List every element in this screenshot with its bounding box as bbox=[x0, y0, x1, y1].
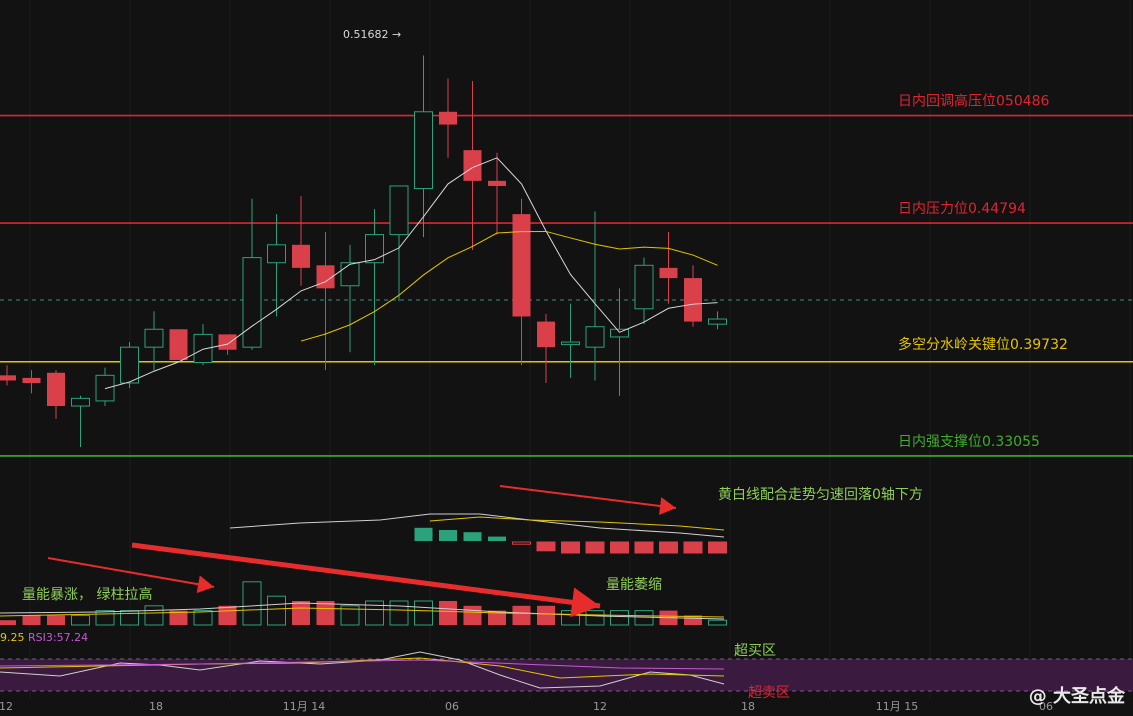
volume-bar bbox=[120, 610, 139, 626]
volume-bar bbox=[389, 600, 409, 626]
candle-body bbox=[365, 234, 384, 264]
candle-body bbox=[659, 267, 678, 279]
macd-bar bbox=[659, 541, 678, 554]
volume-bar bbox=[463, 605, 482, 625]
x-axis-tick-label: 06 bbox=[445, 700, 459, 713]
x-axis-tick-label: 12 bbox=[593, 700, 607, 713]
arrow-macd bbox=[499, 485, 677, 509]
volume-shrink-annotation: 量能萎缩 bbox=[606, 577, 662, 593]
candle-body bbox=[610, 328, 629, 338]
macd-bar bbox=[610, 541, 629, 554]
volume-bar bbox=[71, 614, 90, 626]
candle-body bbox=[389, 185, 409, 236]
volume-bar bbox=[193, 610, 213, 626]
x-axis-tick-label: 18 bbox=[149, 700, 163, 713]
watermark-text: @ 大圣点金 bbox=[1028, 686, 1125, 707]
volume-bar bbox=[22, 615, 41, 625]
x-axis-tick-label: 11月 14 bbox=[283, 700, 326, 713]
candle-body bbox=[684, 278, 702, 322]
candle-body bbox=[634, 264, 654, 310]
volume-bar bbox=[144, 605, 164, 626]
level-label: 日内强支撑位0.33055 bbox=[898, 434, 1040, 450]
volume-bar bbox=[634, 610, 654, 626]
candle-body bbox=[292, 244, 310, 268]
macd-bar bbox=[634, 541, 654, 554]
macd-bar bbox=[463, 532, 482, 541]
x-axis-tick-label: 12 bbox=[0, 700, 13, 713]
level-label: 日内压力位0.44794 bbox=[898, 201, 1026, 217]
candle-body bbox=[585, 326, 605, 348]
volume-bar bbox=[242, 581, 262, 626]
candle-body bbox=[47, 372, 65, 407]
candle-body bbox=[439, 111, 457, 125]
volume-bar bbox=[585, 610, 605, 626]
rsi-band bbox=[0, 659, 1133, 691]
volume-bar bbox=[0, 620, 16, 625]
candle-body bbox=[267, 244, 286, 264]
volume-bar bbox=[292, 601, 310, 625]
ma-yellow-line bbox=[300, 230, 718, 342]
volume-bar bbox=[218, 605, 237, 625]
volume-bar bbox=[439, 601, 457, 625]
volume-bar bbox=[267, 595, 286, 626]
rsi-prefix: 9.25 bbox=[0, 631, 25, 644]
macd-annotation: 黄白线配合走势匀速回落0轴下方 bbox=[718, 487, 923, 503]
volume-bar bbox=[512, 605, 531, 625]
macd-dea-line bbox=[429, 516, 725, 531]
candle-body bbox=[120, 346, 139, 384]
candle-body bbox=[71, 397, 90, 407]
candlestick-chart: 日内回调高压位050486 日内压力位0.44794 多空分水岭关键位0.39732… bbox=[0, 0, 1133, 713]
macd-bar bbox=[488, 536, 506, 541]
volume-bar bbox=[95, 610, 115, 626]
candle-body bbox=[144, 328, 164, 348]
candle-body bbox=[193, 333, 213, 364]
macd-bar bbox=[536, 541, 556, 552]
candle-body bbox=[708, 318, 727, 325]
candle-body bbox=[0, 375, 16, 381]
arrow-volume-surge-head bbox=[196, 575, 214, 594]
x-axis-tick-label: 11月 15 bbox=[876, 700, 919, 713]
volume-bar bbox=[708, 619, 727, 626]
rsi-label: RSI3:57.24 bbox=[28, 631, 89, 644]
macd-bar bbox=[683, 541, 703, 554]
volume-surge-annotation: 量能暴涨， 绿柱拉高 bbox=[22, 587, 153, 603]
arrow-macd-head bbox=[659, 497, 676, 515]
candle-body bbox=[22, 377, 41, 383]
volume-bar bbox=[610, 610, 629, 626]
candle-body bbox=[488, 180, 506, 186]
candle-body bbox=[340, 262, 360, 287]
macd-bar bbox=[708, 541, 727, 554]
arrow-volume-surge bbox=[47, 557, 215, 588]
macd-bar bbox=[561, 541, 580, 554]
level-label: 多空分水岭关键位0.39732 bbox=[898, 336, 1068, 353]
watermark: @ 大圣点金 bbox=[1029, 682, 1125, 708]
candle-body bbox=[218, 334, 237, 350]
volume-bar bbox=[414, 600, 433, 626]
candle-body bbox=[512, 214, 531, 317]
candle-body bbox=[537, 321, 555, 348]
volume-bar bbox=[47, 615, 65, 625]
macd-bar bbox=[585, 541, 605, 554]
level-label: 日内回调高压位050486 bbox=[898, 93, 1050, 110]
overbought-label: 超买区 bbox=[734, 643, 776, 659]
macd-bar bbox=[414, 527, 433, 541]
candle-body bbox=[414, 111, 433, 190]
oversold-label: 超卖区 bbox=[748, 685, 790, 701]
candle-body bbox=[242, 257, 262, 348]
macd-bar bbox=[512, 541, 531, 545]
max-price-label: 0.51682 → bbox=[343, 28, 401, 41]
volume-bar bbox=[316, 601, 335, 625]
candle-body bbox=[169, 329, 188, 360]
volume-bar bbox=[537, 605, 555, 625]
candle-body bbox=[561, 341, 580, 346]
macd-bar bbox=[439, 530, 457, 541]
